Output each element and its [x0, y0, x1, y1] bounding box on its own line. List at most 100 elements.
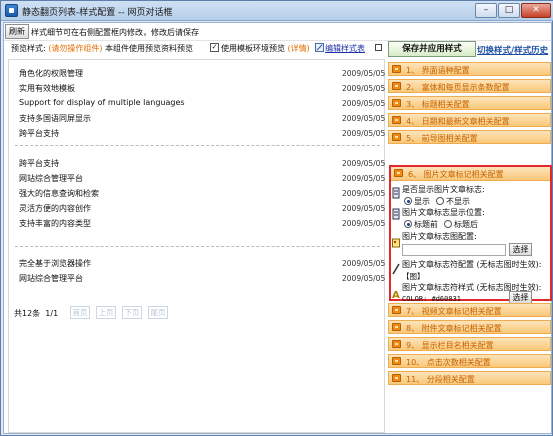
list-item-date: 2009/05/05 [342, 99, 386, 108]
accordion-header[interactable]: 2、 富体和每页显示条数配置 [388, 79, 551, 93]
app-icon [5, 4, 18, 17]
accordion-header-open[interactable]: 6、 图片文章标记相关配置 [391, 167, 550, 181]
list-item-date: 2009/05/05 [342, 204, 386, 213]
show-no-label: 不显示 [446, 197, 470, 206]
folder-icon [392, 133, 401, 141]
pager-page-text: 1/1 [45, 309, 59, 318]
show-mark-label: 是否显示图片文章标志: [402, 185, 485, 194]
prev-page-button[interactable]: 上页 [96, 306, 116, 319]
accordion-header[interactable]: 9、 显示栏目名相关配置 [388, 337, 551, 351]
window-title: 静态翻页列表-样式配置 -- 网页对话框 [22, 8, 173, 18]
list-item-title[interactable]: 支持多国语同屏显示 [19, 113, 91, 124]
list-item-title[interactable]: 网站综合管理平台 [19, 273, 83, 284]
pos-before-radio[interactable] [404, 220, 412, 228]
config-panel: 保存并应用样式 切换样式/样式历史 1、 界面语种配置 2、 富体和每页显示条数配… [387, 41, 552, 433]
folder-icon [392, 357, 401, 365]
accordion-title: 5、 前导图相关配置 [406, 134, 478, 143]
template-preview-checkbox[interactable]: ✓ [210, 43, 219, 52]
font-icon: A [392, 290, 400, 300]
list-item-date: 2009/05/05 [342, 159, 386, 168]
close-button[interactable]: ✕ [521, 3, 551, 18]
folder-icon [392, 65, 401, 73]
accordion-title: 1、 界面语种配置 [406, 66, 470, 75]
accordion-title: 4、 日期和最新文章相关配置 [406, 117, 510, 126]
list-item-title[interactable]: 强大的信息查询和检索 [19, 188, 99, 199]
show-yes-radio[interactable] [404, 197, 412, 205]
next-page-button[interactable]: 下页 [122, 306, 142, 319]
accordion-header[interactable]: 3、 标题相关配置 [388, 96, 551, 110]
list-separator [15, 145, 380, 146]
list-item-date: 2009/05/05 [342, 259, 386, 268]
refresh-button[interactable]: 刷新 [5, 24, 29, 39]
list-item-date: 2009/05/05 [342, 69, 386, 78]
list-separator [15, 246, 380, 247]
style-history-link[interactable]: 切换样式/样式历史 [477, 44, 548, 56]
save-apply-button[interactable]: 保存并应用样式 [388, 41, 476, 57]
list-item-title[interactable]: 角色化的权限管理 [19, 68, 83, 79]
title-bar[interactable]: 静态翻页列表-样式配置 -- 网页对话框 – □ ✕ [1, 1, 553, 21]
accordion-header[interactable]: 8、 附件文章标记相关配置 [388, 320, 551, 334]
accordion-header[interactable]: 10、 点击次数相关配置 [388, 354, 551, 368]
accordion-title: 2、 富体和每页显示条数配置 [406, 83, 510, 92]
svg-text:A: A [392, 290, 400, 300]
list-item-title[interactable]: 实用有效地模板 [19, 83, 75, 94]
dialog-content: 刷新 样式细节可在右侧配置框内修改，修改后请保存 预览样式: (请勿操作组件) … [3, 22, 552, 434]
style-value[interactable]: COLOR: #d60831 [402, 295, 461, 303]
preview-prefix: 预览样式: [11, 44, 46, 53]
accordion-title: 9、 显示栏目名相关配置 [406, 341, 494, 350]
list-item-title[interactable]: Support for display of multiple language… [19, 98, 185, 107]
accordion-open-title: 6、 图片文章标记相关配置 [408, 170, 504, 179]
preview-component-name: (请勿操作组件) [48, 44, 103, 53]
image-icon [392, 238, 400, 248]
list-item-title[interactable]: 网站综合管理平台 [19, 173, 83, 184]
folder-icon [392, 82, 401, 90]
list-item-title[interactable]: 跨平台支持 [19, 158, 59, 169]
list-item-date: 2009/05/05 [342, 274, 386, 283]
show-no-radio[interactable] [436, 197, 444, 205]
folder-icon [392, 306, 401, 314]
accordion-header[interactable]: 4、 日期和最新文章相关配置 [388, 113, 551, 127]
list-item-title[interactable]: 跨平台支持 [19, 128, 59, 139]
dialog-window: 静态翻页列表-样式配置 -- 网页对话框 – □ ✕ 刷新 样式细节可在右侧配置… [0, 0, 553, 436]
list-item-date: 2009/05/05 [342, 129, 386, 138]
accordion-header[interactable]: 5、 前导图相关配置 [388, 130, 551, 144]
accordion-title: 7、 视频文章标记相关配置 [406, 307, 502, 316]
folder-icon [392, 323, 401, 331]
folder-icon [392, 340, 401, 348]
hint-text: 样式细节可在右侧配置框内修改，修改后请保存 [31, 28, 199, 37]
hint-row: 刷新 样式细节可在右侧配置框内修改，修改后请保存 [4, 23, 551, 41]
image-path-input[interactable] [402, 244, 506, 256]
pos-after-radio[interactable] [444, 220, 452, 228]
pos-before-label: 标题前 [414, 220, 438, 229]
accordion-header[interactable]: 1、 界面语种配置 [388, 62, 551, 76]
accordion-header[interactable]: 11、 分段相关配置 [388, 371, 551, 385]
details-link[interactable]: (详情) [288, 44, 310, 53]
symbol-value[interactable]: 【图】 [402, 271, 425, 282]
last-page-button[interactable]: 尾页 [148, 306, 168, 319]
list-item-title[interactable]: 完全基于浏览器操作 [19, 258, 91, 269]
first-page-button[interactable]: 首页 [70, 306, 90, 319]
preview-suffix: 本组件使用预览资料预览 [105, 44, 194, 53]
pen-icon [392, 263, 400, 275]
show-yes-label: 显示 [414, 197, 430, 206]
pos-after-label: 标题后 [454, 220, 478, 229]
list-item-date: 2009/05/05 [342, 174, 386, 183]
folder-icon [392, 116, 401, 124]
accordion-title: 3、 标题相关配置 [406, 100, 470, 109]
edit-style-link[interactable]: 编辑样式表 [325, 43, 365, 54]
template-check-text: 使用模板环境预览 [221, 44, 285, 53]
minimize-button[interactable]: – [475, 3, 497, 18]
image-config-label: 图片文章标志图配置: [402, 232, 477, 241]
pager-total-text: 共12条 [14, 309, 41, 318]
collapse-toggle[interactable] [375, 44, 382, 51]
pick-image-button[interactable]: 选择 [509, 243, 532, 256]
list-item-title[interactable]: 支持丰富的内容类型 [19, 218, 91, 229]
pager-total: 共12条 1/1 [14, 308, 58, 319]
edit-style-icon [315, 43, 324, 52]
accordion-section-open: 6、 图片文章标记相关配置 是否显示图片文章标志: 显示 不显示 图片文章标志显… [389, 165, 552, 304]
folder-icon [392, 99, 401, 107]
list-item-date: 2009/05/05 [342, 219, 386, 228]
list-item-title[interactable]: 灵活方便的内容创作 [19, 203, 91, 214]
maximize-button[interactable]: □ [498, 3, 520, 18]
accordion-header[interactable]: 7、 视频文章标记相关配置 [388, 303, 551, 317]
